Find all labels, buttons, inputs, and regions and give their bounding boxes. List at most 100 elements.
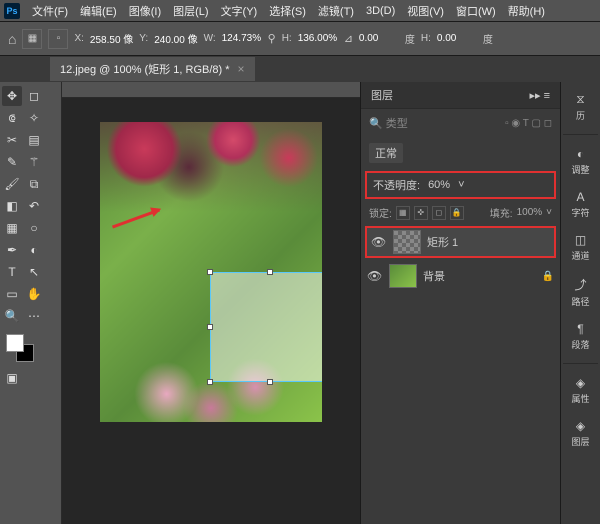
layers-panel: 图层 ▸▸ ≡ 🔍 类型 ▫ ◉ T ▢ ◻ 正常 不透明度: 60% ˅ 锁定…: [360, 82, 560, 524]
filter-icons[interactable]: ▫ ◉ T ▢ ◻: [505, 118, 552, 129]
wand-tool[interactable]: ✧: [24, 108, 44, 128]
menu-file[interactable]: 文件(F): [26, 3, 74, 19]
menu-bar: Ps 文件(F) 编辑(E) 图像(I) 图层(L) 文字(Y) 选择(S) 滤…: [0, 0, 600, 22]
hand-tool[interactable]: ✋: [24, 284, 44, 304]
zoom-tool[interactable]: 🔍: [2, 306, 22, 326]
path-icon: ⤴: [574, 276, 586, 293]
search-icon[interactable]: 🔍 类型: [369, 115, 408, 131]
pen-tool[interactable]: ✒: [2, 240, 22, 260]
crop-tool[interactable]: ✂: [2, 130, 22, 150]
eyedropper-tool[interactable]: ✎: [2, 152, 22, 172]
handle-bot-mid[interactable]: [267, 379, 273, 385]
lock-artboard-icon[interactable]: ◻: [432, 206, 446, 220]
adjustments-panel-button[interactable]: ◐调整: [564, 143, 598, 180]
eraser-tool[interactable]: ◧: [2, 196, 22, 216]
menu-layer[interactable]: 图层(L): [167, 3, 214, 19]
paragraph-icon: ¶: [577, 322, 583, 336]
lock-all-icon[interactable]: 🔒: [450, 206, 464, 220]
menu-edit[interactable]: 编辑(E): [74, 3, 123, 19]
menu-filter[interactable]: 滤镜(T): [312, 3, 360, 19]
menu-3d[interactable]: 3D(D): [360, 5, 401, 17]
type-tool[interactable]: T: [2, 262, 22, 282]
layer-thumbnail[interactable]: [393, 230, 421, 254]
channels-panel-button[interactable]: ◫通道: [564, 229, 598, 266]
properties-panel-button[interactable]: ◈属性: [564, 372, 598, 409]
channel-icon: ◫: [575, 233, 586, 247]
canvas-area: [46, 82, 360, 524]
layer-name[interactable]: 矩形 1: [427, 234, 458, 250]
frame-tool[interactable]: ▤: [24, 130, 44, 150]
handle-top-mid[interactable]: [267, 269, 273, 275]
layer-name[interactable]: 背景: [423, 268, 445, 284]
link-icon[interactable]: ⚲: [268, 32, 276, 45]
ref-point-icon[interactable]: ▫: [48, 29, 68, 49]
move-tool[interactable]: ✥: [2, 86, 22, 106]
panel-menu-icon[interactable]: ▸▸ ≡: [529, 89, 550, 102]
lock-label: 锁定:: [369, 205, 392, 220]
transform-icon[interactable]: ▦: [22, 29, 42, 49]
menu-window[interactable]: 窗口(W): [450, 3, 502, 19]
tool-palette: ✥ ◻ ⟃ ✧ ✂ ▤ ✎ ⚚ 🖌 ⧉ ◧ ↶ ▦ ○ ✒ ◐ T ↖ ▭ ✋ …: [0, 82, 46, 524]
opacity-value[interactable]: 60%: [428, 179, 450, 191]
paragraph-panel-button[interactable]: ¶段落: [564, 318, 598, 355]
w-value[interactable]: 124.73%: [222, 33, 262, 44]
rect-tool[interactable]: ▭: [2, 284, 22, 304]
ruler-horizontal: [46, 82, 360, 98]
mask-mode-icon[interactable]: ▣: [2, 368, 22, 388]
close-icon[interactable]: ×: [238, 62, 245, 76]
chevron-down-icon[interactable]: ˅: [546, 207, 552, 218]
lock-icon[interactable]: 🔒: [542, 271, 554, 282]
layer-rect-1[interactable]: 👁 矩形 1: [365, 226, 556, 258]
marquee-tool[interactable]: ◻: [24, 86, 44, 106]
blend-mode-select[interactable]: 正常: [369, 143, 403, 163]
panel-tab-layers[interactable]: 图层 ▸▸ ≡: [361, 82, 560, 109]
document-tab[interactable]: 12.jpeg @ 100% (矩形 1, RGB/8) * ×: [50, 57, 255, 81]
handle-mid-left[interactable]: [207, 324, 213, 330]
visibility-icon[interactable]: 👁: [371, 235, 387, 249]
stamp-tool[interactable]: ⧉: [24, 174, 44, 194]
history-panel-button[interactable]: ⧖历: [564, 88, 598, 126]
visibility-icon[interactable]: 👁: [367, 269, 383, 283]
color-swatches[interactable]: [6, 334, 34, 362]
heal-tool[interactable]: ⚚: [24, 152, 44, 172]
lock-pixels-icon[interactable]: ▦: [396, 206, 410, 220]
menu-help[interactable]: 帮助(H): [502, 3, 551, 19]
document-tab-bar: 12.jpeg @ 100% (矩形 1, RGB/8) * ×: [0, 56, 600, 82]
handle-top-left[interactable]: [207, 269, 213, 275]
paths-panel-button[interactable]: ⤴路径: [564, 272, 598, 312]
brush-tool[interactable]: 🖌: [2, 174, 22, 194]
angle-value[interactable]: 0.00: [359, 33, 399, 44]
handle-bot-left[interactable]: [207, 379, 213, 385]
blur-tool[interactable]: ○: [24, 218, 44, 238]
path-tool[interactable]: ↖: [24, 262, 44, 282]
x-value[interactable]: 258.50 像: [90, 31, 133, 46]
menu-type[interactable]: 文字(Y): [215, 3, 264, 19]
document-canvas[interactable]: [100, 122, 322, 422]
document-tab-label: 12.jpeg @ 100% (矩形 1, RGB/8) *: [60, 61, 230, 77]
extra-tool[interactable]: ⋯: [24, 306, 44, 326]
dodge-tool[interactable]: ◐: [24, 240, 44, 260]
layers-panel-button[interactable]: ◈图层: [564, 415, 598, 452]
layer-thumbnail[interactable]: [389, 264, 417, 288]
layer-background[interactable]: 👁 背景 🔒: [361, 260, 560, 292]
menu-view[interactable]: 视图(V): [401, 3, 450, 19]
adjust-icon: ◐: [577, 147, 584, 161]
home-icon[interactable]: ⌂: [8, 31, 16, 47]
gradient-tool[interactable]: ▦: [2, 218, 22, 238]
menu-image[interactable]: 图像(I): [123, 3, 167, 19]
angle-unit: 度: [405, 31, 415, 46]
h-value[interactable]: 136.00%: [298, 33, 338, 44]
h2-value[interactable]: 0.00: [437, 33, 477, 44]
history-brush-tool[interactable]: ↶: [24, 196, 44, 216]
transform-bounding-box[interactable]: [210, 272, 322, 382]
foreground-color[interactable]: [6, 334, 24, 352]
app-logo: Ps: [4, 3, 20, 19]
y-value[interactable]: 240.00 像: [154, 31, 197, 46]
chevron-down-icon[interactable]: ˅: [458, 179, 464, 191]
h2-unit: 度: [483, 31, 493, 46]
menu-select[interactable]: 选择(S): [263, 3, 312, 19]
lock-position-icon[interactable]: ✜: [414, 206, 428, 220]
fill-value[interactable]: 100%: [517, 207, 543, 218]
lasso-tool[interactable]: ⟃: [2, 108, 22, 128]
character-panel-button[interactable]: A字符: [564, 186, 598, 223]
